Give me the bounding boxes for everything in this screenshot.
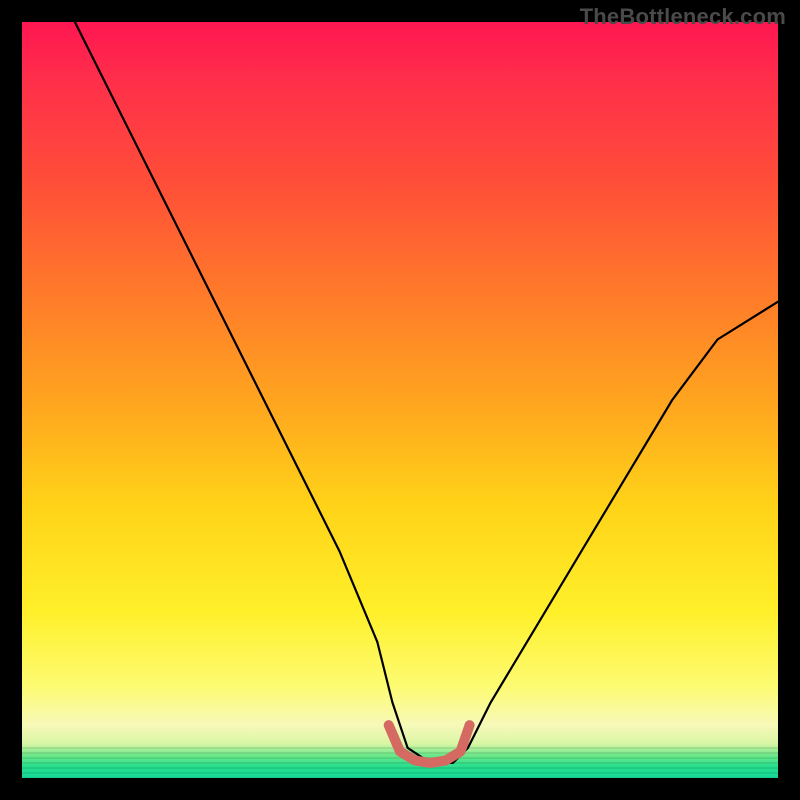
plot-area bbox=[22, 22, 778, 778]
watermark-text: TheBottleneck.com bbox=[580, 4, 786, 30]
chart-frame: TheBottleneck.com bbox=[0, 0, 800, 800]
bottleneck-curve bbox=[75, 22, 778, 763]
chart-svg bbox=[22, 22, 778, 778]
